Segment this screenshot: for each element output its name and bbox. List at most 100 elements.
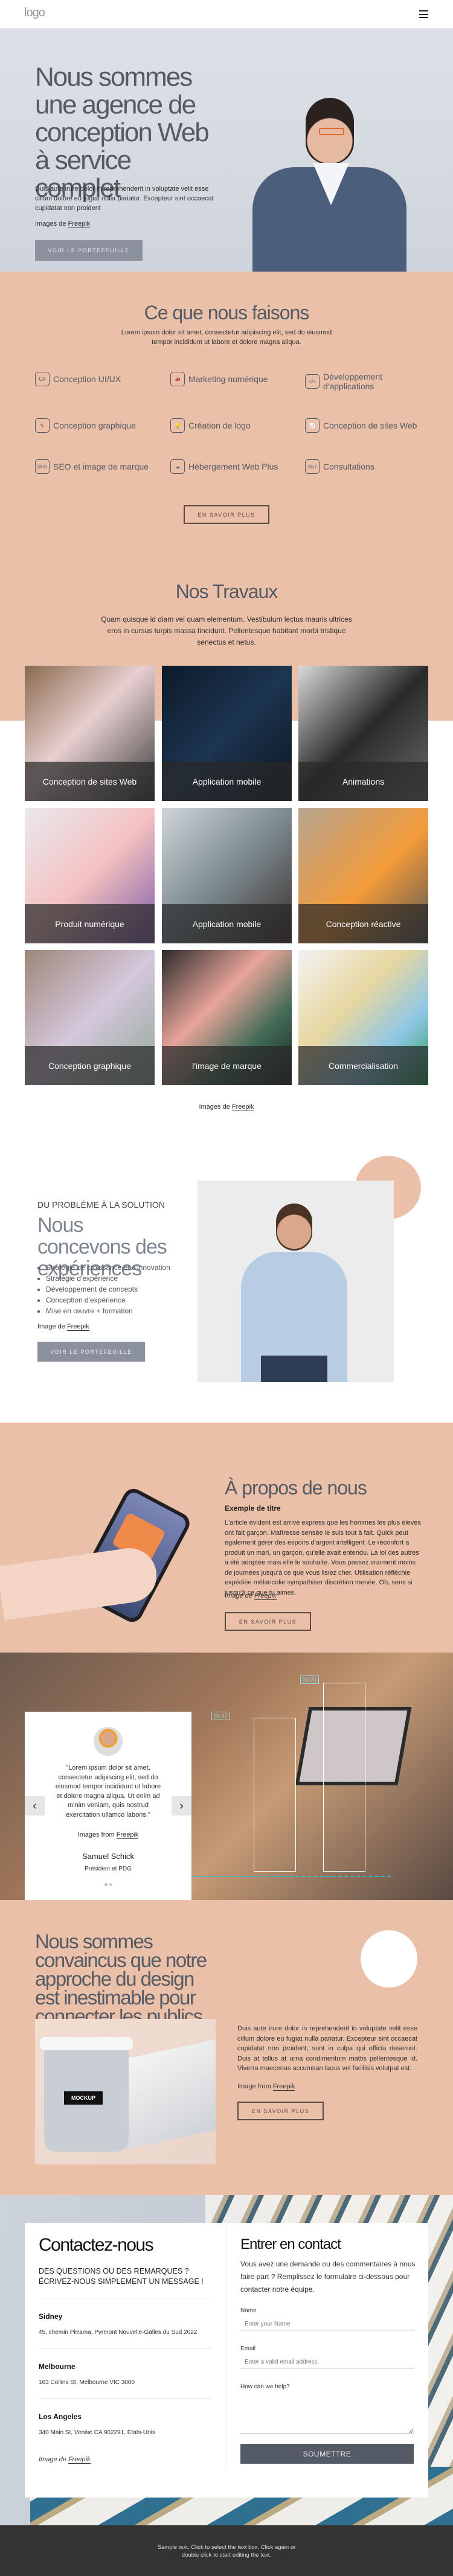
testimonial-card: "Lorem ipsum dolor sit amet, consectetur…: [25, 1712, 191, 1900]
bullet-item: Développement de concepts: [46, 1284, 170, 1295]
portfolio-tile[interactable]: l'image de marque: [162, 950, 292, 1085]
about-credit: Image de Freepik: [225, 1592, 277, 1600]
freepik-link[interactable]: Freepik: [116, 1831, 139, 1839]
prev-arrow-button[interactable]: ‹: [25, 1796, 45, 1816]
contact-card: Contactez-nous DES QUESTIONS OU DES REMA…: [25, 2223, 428, 2498]
freepik-link[interactable]: Freepik: [68, 220, 91, 228]
portfolio-tile[interactable]: Application mobile: [162, 666, 292, 801]
contact-subtitle: DES QUESTIONS OU DES REMARQUES ? ÉCRIVEZ…: [39, 2267, 204, 2286]
about-title: À propos de nous: [225, 1477, 367, 1499]
document-pen-icon: ✎: [35, 418, 50, 433]
monitor-chart-icon: 📈: [305, 418, 320, 433]
freepik-link[interactable]: Freepik: [254, 1592, 277, 1600]
divider: [39, 2398, 212, 2399]
experience-credit: Image de Freepik: [37, 1323, 89, 1331]
header: logo: [0, 0, 453, 28]
services-title: Ce que nous faisons: [144, 302, 310, 324]
tile-caption: Conception de sites Web: [25, 762, 155, 801]
portfolio-tile[interactable]: Commercialisation: [298, 950, 428, 1085]
contact-credit: Image de Freepik: [39, 2456, 91, 2464]
hero-title: Nous sommes une agence de conception Web…: [35, 62, 210, 203]
name-input[interactable]: [240, 2318, 414, 2330]
message-label: How can we help?: [240, 2383, 290, 2390]
name-label: Name: [240, 2307, 257, 2314]
experience-bullets: Stratégie de croissance et d'innovationS…: [37, 1262, 170, 1316]
chart-bar-outline: [323, 1683, 365, 1872]
office-address: 340 Main St, Venise CA 902291, États-Uni…: [39, 2429, 155, 2436]
slide-dot[interactable]: [109, 1883, 112, 1886]
office-city: Melbourne: [39, 2362, 76, 2371]
office-address: 163 Collins St, Melbourne VIC 3000: [39, 2379, 135, 2386]
phone-in-hand-image: [0, 1485, 205, 1653]
works-text: Quam quisque id diam vel quam elementum.…: [101, 615, 352, 646]
approach-credit: Image from Freepik: [237, 2083, 295, 2091]
chart-baseline: [191, 1876, 391, 1877]
tile-caption: l'image de marque: [162, 1046, 292, 1085]
about-learn-more-button[interactable]: EN SAVOIR PLUS: [225, 1612, 311, 1631]
footer-text: Sample text. Click to select the text bo…: [157, 2544, 296, 2558]
slide-dot[interactable]: [104, 1883, 108, 1886]
credit-prefix: Image de: [39, 2456, 66, 2463]
logo[interactable]: logo: [24, 6, 45, 20]
portfolio-tile[interactable]: Produit numérique: [25, 808, 155, 943]
email-input[interactable]: [240, 2356, 414, 2368]
hero-section: Nous sommes une agence de conception Web…: [0, 28, 453, 272]
bullet-item: Conception d'expérience: [46, 1295, 170, 1306]
credit-prefix: Image from: [237, 2083, 271, 2090]
portfolio-tile[interactable]: Conception graphique: [25, 950, 155, 1085]
services-section: Ce que nous faisons Lorem ipsum dolor si…: [0, 272, 453, 543]
chart-label: 00.47: [211, 1712, 230, 1720]
hero-woman-image: [252, 98, 406, 272]
about-subtitle: Exemple de titre: [225, 1504, 281, 1513]
avatar: [94, 1727, 123, 1756]
view-portfolio-button[interactable]: VOIR LE PORTEFEUILLE: [35, 240, 143, 261]
services-text: Lorem ipsum dolor sit amet, consectetur …: [121, 329, 332, 346]
view-portfolio-button-2[interactable]: VOIR LE PORTEFEUILLE: [37, 1342, 145, 1362]
testimonial-credit: Images from Freepik: [25, 1831, 191, 1839]
portfolio-tile[interactable]: Conception de sites Web: [25, 666, 155, 801]
approach-learn-more-button[interactable]: EN SAVOIR PLUS: [237, 2102, 324, 2120]
portfolio-tile[interactable]: Application mobile: [162, 808, 292, 943]
submit-button[interactable]: SOUMETTRE: [240, 2444, 414, 2464]
service-item: 💡 Création de logo: [170, 418, 291, 433]
service-label: Marketing numérique: [188, 374, 268, 384]
ux-icon: UX: [35, 372, 50, 386]
chevron-left-icon: ‹: [33, 1799, 37, 1812]
service-label: Hébergement Web Plus: [188, 462, 278, 471]
portfolio-tile[interactable]: Conception réactive: [298, 808, 428, 943]
hamburger-icon[interactable]: [419, 10, 428, 18]
freepik-link[interactable]: Freepik: [272, 2083, 295, 2091]
chart-label: 00.70: [300, 1675, 319, 1684]
24-7-icon: 24/7: [305, 459, 320, 474]
chart-bar-outline: [254, 1718, 296, 1872]
learn-more-button[interactable]: EN SAVOIR PLUS: [184, 505, 269, 524]
service-item: UX Conception UI/UX: [35, 372, 156, 386]
testimonial-quote: "Lorem ipsum dolor sit amet, consectetur…: [55, 1764, 161, 1819]
experience-eyebrow: DU PROBLÈME À LA SOLUTION: [37, 1200, 165, 1210]
service-label: Conception graphique: [53, 421, 136, 430]
email-label: Email: [240, 2345, 256, 2352]
service-label: Consultations: [323, 462, 374, 471]
bullet-item: Stratégie d'expérience: [46, 1273, 170, 1284]
freepik-link[interactable]: Freepik: [68, 2456, 91, 2464]
about-section: À propos de nous Exemple de titre L'arti…: [0, 1423, 453, 1653]
credit-prefix: Image de: [37, 1323, 65, 1330]
man-image: [198, 1181, 394, 1382]
freepik-link[interactable]: Freepik: [66, 1323, 89, 1331]
next-arrow-button[interactable]: ›: [172, 1796, 191, 1816]
credit-prefix: Images de: [35, 220, 66, 228]
approach-title: Nous sommes convaincus que notre approch…: [35, 1930, 208, 2027]
seo-magnifier-icon: SEO: [35, 459, 50, 474]
tile-caption: Produit numérique: [25, 904, 155, 943]
message-textarea[interactable]: [240, 2393, 414, 2434]
credit-prefix: Image de: [225, 1592, 252, 1599]
bullet-item: Stratégie de croissance et d'innovation: [46, 1262, 170, 1273]
megaphone-icon: 📣: [170, 372, 185, 386]
freepik-link[interactable]: Freepik: [231, 1103, 254, 1111]
service-label: Conception UI/UX: [53, 374, 121, 384]
portfolio-tile[interactable]: Animations: [298, 666, 428, 801]
service-item: ☁ Hébergement Web Plus: [170, 459, 291, 474]
service-label: SEO et image de marque: [53, 462, 149, 471]
office-city: Los Angeles: [39, 2412, 82, 2421]
service-item: 24/7 Consultations: [305, 459, 426, 474]
